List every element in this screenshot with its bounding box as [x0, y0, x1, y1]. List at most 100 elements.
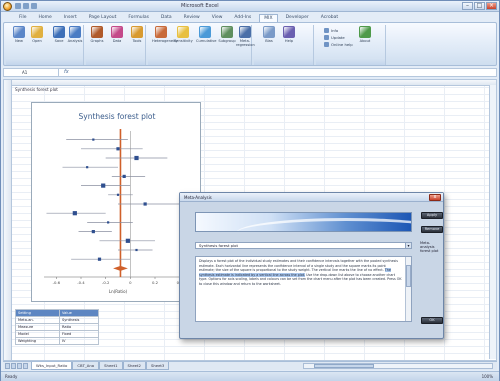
sensitivity-button[interactable]: Sensitivity [174, 26, 193, 43]
last-sheet-icon[interactable] [23, 363, 28, 369]
remove-button[interactable]: Remove [421, 226, 443, 233]
ribbon-small-item-info[interactable]: Info [324, 28, 338, 33]
chevron-down-icon[interactable]: ▾ [405, 243, 411, 248]
minimize-button[interactable]: – [462, 2, 473, 10]
tab-home[interactable]: Home [35, 14, 56, 22]
tab-acrobat[interactable]: Acrobat [317, 14, 342, 22]
summary-table-cell[interactable]: Synthesis [59, 316, 99, 324]
summary-table-cell[interactable]: Value [59, 309, 99, 317]
summary-table-cell[interactable]: Weighting [15, 337, 60, 345]
next-sheet-icon[interactable] [17, 363, 22, 369]
maximize-button[interactable]: □ [474, 2, 485, 10]
bias-icon [263, 26, 275, 38]
tab-page-layout[interactable]: Page Layout [85, 14, 121, 22]
study-point-estimate [143, 202, 147, 206]
title-bar: Microsoft Excel – □ × [1, 1, 499, 12]
sheet-tab-wks-input-ratio[interactable]: Wks_Input_Ratio [31, 362, 73, 370]
row-headers[interactable] [4, 80, 12, 360]
vertical-scrollbar[interactable] [489, 85, 496, 359]
sheet-tab-sheet3[interactable]: Sheet3 [145, 362, 170, 370]
description-scrollbar[interactable] [405, 257, 411, 321]
subgroup-button[interactable]: Subgroup [218, 26, 236, 43]
tab-mix[interactable]: MIX [259, 14, 278, 22]
horizontal-scroll-thumb[interactable] [314, 364, 374, 368]
dialog-title-bar[interactable]: Meta-Analysis x [180, 193, 443, 202]
tab-add-ins[interactable]: Add-Ins [230, 14, 255, 22]
summary-table-cell[interactable]: IV [59, 337, 99, 345]
study-point-estimate [116, 193, 120, 196]
column-headers[interactable] [4, 80, 496, 86]
summary-table-row: Meta-an. Synthesis [15, 316, 99, 324]
prev-sheet-icon[interactable] [11, 363, 16, 369]
tab-data[interactable]: Data [157, 14, 176, 22]
study-point-estimate [86, 166, 89, 169]
bias-button[interactable]: Bias [260, 26, 278, 43]
heterogeneity-label: Heterogeneity [152, 39, 178, 43]
cumulative-button[interactable]: Cumulative [196, 26, 217, 43]
new-button[interactable]: New [10, 26, 28, 43]
dialog-side-label: Meta-analysis forest plot [420, 241, 439, 253]
data-button[interactable]: Data [108, 26, 126, 43]
sheet-tab-sheet2[interactable]: Sheet2 [122, 362, 146, 370]
sheet-tab-sheet1[interactable]: Sheet1 [99, 362, 123, 370]
study-point-estimate [101, 183, 106, 188]
close-button[interactable]: × [486, 2, 497, 10]
sheet-nav [5, 363, 28, 369]
x-tick-label: -0.4 [77, 280, 85, 285]
tools-label: Tools [132, 39, 142, 43]
graphs-button[interactable]: Graphs [88, 26, 106, 43]
x-tick-label: -0.2 [102, 280, 110, 285]
dialog-close-button[interactable]: x [429, 194, 441, 201]
qat-save-icon[interactable] [15, 3, 21, 9]
dialog-description[interactable]: Displays a forest plot of the individual… [195, 256, 412, 322]
horizontal-scrollbar[interactable] [303, 363, 493, 369]
summary-table-cell[interactable]: Measure [15, 323, 60, 331]
quick-access-toolbar [15, 3, 55, 10]
about-button[interactable]: About [356, 26, 374, 43]
meta-regression-label: Meta-regression [236, 39, 255, 47]
graphs-icon [91, 26, 103, 38]
heterogeneity-button[interactable]: Heterogeneity [152, 26, 178, 43]
tools-button[interactable]: Tools [128, 26, 146, 43]
sheet-tab-cbt-ana[interactable]: CBT_Ana [72, 362, 100, 370]
name-box[interactable]: A1 [4, 69, 59, 76]
data-icon [111, 26, 123, 38]
cell-a1[interactable]: Synthesis forest plot [15, 87, 58, 92]
sensitivity-icon [177, 26, 189, 38]
ok-button[interactable]: OK [421, 317, 443, 324]
fx-icon[interactable]: fx [64, 69, 69, 76]
summary-table-cell[interactable]: Fixed [59, 330, 99, 338]
qat-redo-icon[interactable] [31, 3, 37, 9]
tab-formulas[interactable]: Formulas [124, 14, 153, 22]
tab-file[interactable]: File [15, 14, 31, 22]
summary-table-cell[interactable]: Setting [15, 309, 60, 317]
open-icon [31, 26, 43, 38]
ribbon-small-item-update[interactable]: Update [324, 35, 345, 40]
study-point-estimate [107, 221, 110, 224]
study-point-estimate [122, 174, 126, 178]
apply-button[interactable]: Apply [421, 212, 443, 219]
study-point-estimate [72, 211, 77, 216]
meta-regression-button[interactable]: Meta-regression [236, 26, 255, 47]
analysis-button[interactable]: Analysis [66, 26, 84, 43]
window-controls: – □ × [462, 2, 497, 10]
office-button[interactable] [3, 2, 12, 11]
help-button[interactable]: Help [280, 26, 298, 43]
dialog-title: Meta-Analysis [184, 195, 212, 200]
summary-table-cell[interactable]: Ratio [59, 323, 99, 331]
tab-developer[interactable]: Developer [282, 14, 313, 22]
summary-table-cell[interactable]: Model [15, 330, 60, 338]
help-label: Help [284, 39, 294, 43]
qat-undo-icon[interactable] [23, 3, 29, 9]
zoom-level[interactable]: 100% [482, 374, 493, 379]
graphs-label: Graphs [90, 39, 104, 43]
tab-insert[interactable]: Insert [60, 14, 81, 22]
summary-table-cell[interactable]: Meta-an. [15, 316, 60, 324]
ribbon-small-item-online-help[interactable]: Online help [324, 42, 353, 47]
tab-view[interactable]: View [208, 14, 227, 22]
open-button[interactable]: Open [28, 26, 46, 43]
forest-plot-chart[interactable]: Synthesis forest plot-0.6-0.4-0.200.20.4… [31, 102, 201, 302]
chart-type-select[interactable]: Synthesis forest plot ▾ [195, 242, 412, 249]
first-sheet-icon[interactable] [5, 363, 10, 369]
tab-review[interactable]: Review [180, 14, 204, 22]
